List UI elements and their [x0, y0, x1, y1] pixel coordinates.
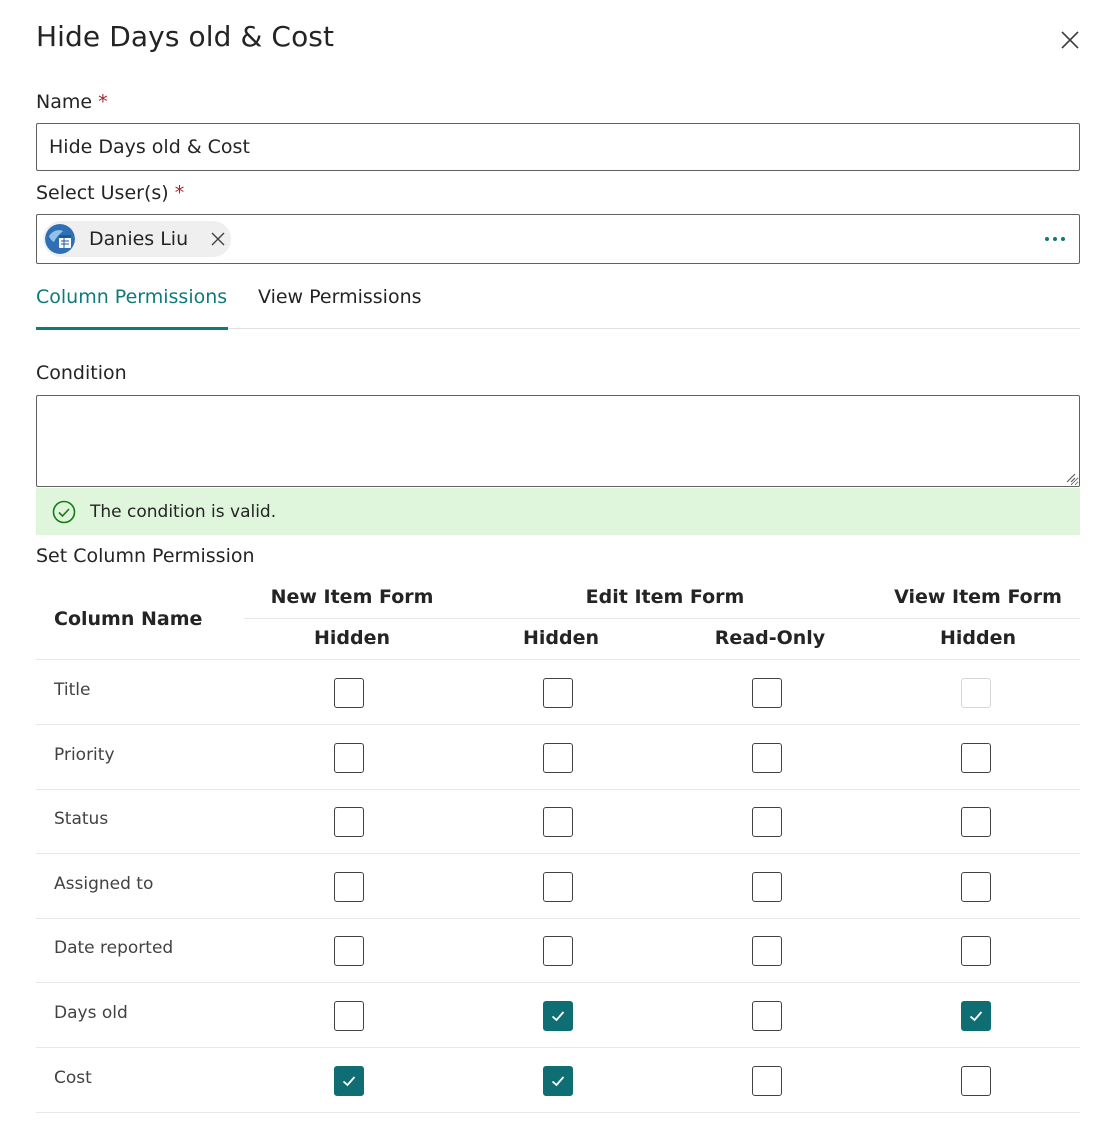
name-input[interactable]	[36, 123, 1080, 171]
column-name-cell: Cost	[54, 1067, 92, 1088]
user-name: Danies Liu	[89, 228, 189, 250]
permission-checkbox[interactable]	[752, 678, 782, 708]
active-tab-indicator	[36, 327, 228, 330]
permission-checkbox[interactable]	[752, 1001, 782, 1031]
more-horizontal-icon	[1045, 237, 1065, 241]
remove-user-button[interactable]	[209, 230, 227, 248]
permission-checkbox[interactable]	[543, 807, 573, 838]
condition-label: Condition	[36, 362, 127, 384]
permission-checkbox[interactable]	[752, 936, 782, 967]
permission-checkbox[interactable]	[334, 1065, 364, 1096]
permission-checkbox[interactable]	[543, 936, 573, 967]
group-header-view: View Item Form	[894, 586, 1062, 608]
permission-checkbox[interactable]	[334, 871, 364, 902]
permission-checkbox[interactable]	[961, 1065, 991, 1096]
check-circle-icon	[52, 500, 76, 523]
panel-title: Hide Days old & Cost	[36, 20, 335, 53]
table-row: Priority	[36, 725, 1080, 790]
permission-checkbox[interactable]	[334, 678, 364, 708]
checkmark-icon	[551, 1076, 565, 1086]
validation-banner: The condition is valid.	[36, 488, 1080, 535]
permission-checkbox[interactable]	[961, 807, 991, 838]
condition-input[interactable]	[36, 395, 1080, 487]
checkmark-icon	[969, 1011, 983, 1022]
checkmark-icon	[342, 1076, 356, 1086]
permission-checkbox[interactable]	[334, 807, 364, 838]
table-row: Days old	[36, 983, 1080, 1048]
permission-checkbox[interactable]	[543, 1065, 573, 1096]
permission-checkbox[interactable]	[543, 678, 573, 708]
permission-checkbox[interactable]	[543, 1001, 573, 1031]
user-avatar	[45, 224, 75, 254]
user-persona[interactable]: Danies Liu	[43, 221, 231, 257]
column-name-header: Column Name	[54, 608, 203, 630]
close-button[interactable]	[1056, 26, 1084, 54]
permission-checkbox[interactable]	[752, 871, 782, 902]
permission-checkbox[interactable]	[334, 1001, 364, 1031]
people-picker[interactable]: Danies Liu	[36, 214, 1080, 264]
permission-checkbox[interactable]	[543, 742, 573, 773]
tab-bar: Column Permissions View Permissions	[36, 280, 1080, 330]
close-icon	[1061, 31, 1079, 49]
section-title: Set Column Permission	[36, 545, 255, 567]
permission-checkbox	[961, 678, 991, 708]
divider	[244, 618, 1080, 619]
table-row: Status	[36, 789, 1080, 855]
table-row: Cost	[36, 1048, 1080, 1113]
group-header-edit: Edit Item Form	[585, 586, 745, 608]
users-label: Select User(s) *	[36, 182, 184, 204]
required-mark: *	[98, 91, 108, 113]
table-row: Title	[36, 660, 1080, 725]
column-name-cell: Assigned to	[54, 873, 154, 894]
permission-checkbox[interactable]	[334, 742, 364, 773]
column-name-cell: Priority	[54, 744, 115, 765]
subheader-edit-readonly: Read-Only	[714, 627, 826, 649]
permission-checkbox[interactable]	[961, 871, 991, 902]
tab-column-permissions[interactable]: Column Permissions	[36, 286, 227, 308]
name-label-text: Name	[36, 91, 93, 113]
permission-checkbox[interactable]	[543, 871, 573, 902]
name-label: Name *	[36, 91, 108, 113]
tab-view-permissions[interactable]: View Permissions	[258, 286, 422, 308]
table-row: Assigned to	[36, 854, 1080, 919]
permission-checkbox[interactable]	[752, 1065, 782, 1096]
permission-checkbox[interactable]	[752, 742, 782, 773]
users-label-text: Select User(s)	[36, 182, 169, 204]
column-name-cell: Title	[54, 680, 91, 700]
subheader-view-hidden: Hidden	[939, 627, 1017, 649]
subheader-edit-hidden: Hidden	[522, 627, 600, 649]
column-name-cell: Status	[54, 809, 109, 830]
permission-checkbox[interactable]	[961, 742, 991, 773]
more-options-button[interactable]	[1043, 227, 1067, 251]
permission-checkbox[interactable]	[334, 936, 364, 967]
permission-checkbox[interactable]	[752, 807, 782, 838]
column-name-cell: Date reported	[54, 938, 174, 959]
close-icon	[211, 232, 225, 246]
permission-checkbox[interactable]	[961, 936, 991, 967]
permission-checkbox[interactable]	[961, 1001, 991, 1031]
column-name-cell: Days old	[54, 1003, 128, 1023]
group-header-new: New Item Form	[270, 586, 434, 608]
table-row: Date reported	[36, 918, 1080, 984]
resize-grip-icon[interactable]	[1064, 471, 1076, 483]
required-mark: *	[174, 182, 185, 204]
checkmark-icon	[551, 1011, 565, 1022]
validation-message: The condition is valid.	[90, 501, 277, 522]
subheader-new-hidden: Hidden	[313, 627, 391, 649]
